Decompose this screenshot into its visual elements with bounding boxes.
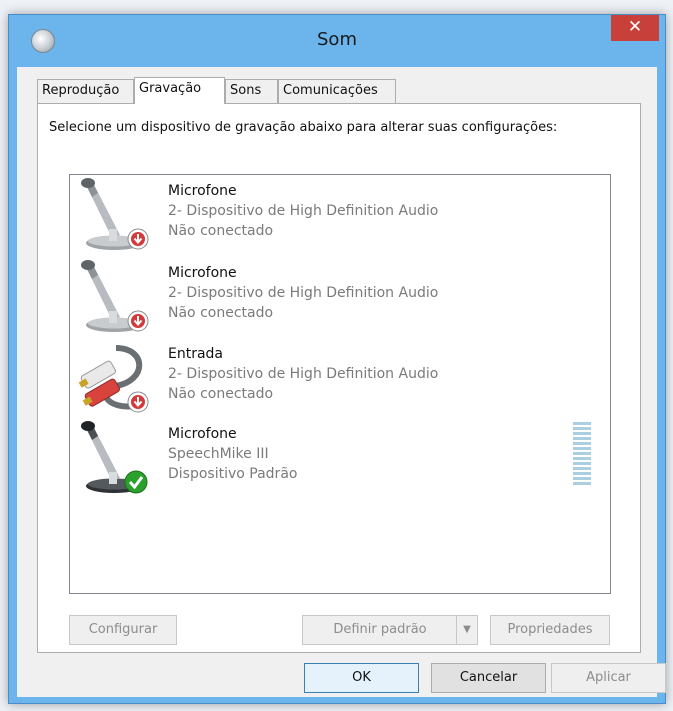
- disconnected-badge-icon: [127, 228, 149, 250]
- rca-cable-icon: [76, 340, 149, 413]
- device-name: Entrada: [168, 346, 224, 362]
- title-bar[interactable]: Som ✕: [9, 15, 665, 67]
- device-name: Microfone: [168, 183, 237, 199]
- disconnected-badge-icon: [127, 391, 149, 413]
- device-description: 2- Dispositivo de High Definition Audio: [168, 366, 439, 382]
- device-status: Dispositivo Padrão: [168, 466, 298, 482]
- device-description: 2- Dispositivo de High Definition Audio: [168, 203, 439, 219]
- close-button[interactable]: ✕: [611, 15, 659, 41]
- instruction-text: Selecione um dispositivo de gravação aba…: [49, 120, 558, 135]
- device-item[interactable]: Entrada 2- Dispositivo de High Definitio…: [70, 338, 610, 418]
- device-status: Não conectado: [168, 386, 274, 402]
- tab-reproducao[interactable]: Reprodução: [37, 79, 134, 103]
- device-name: Microfone: [168, 265, 237, 281]
- set-default-button[interactable]: Definir padrão ▼: [302, 615, 478, 645]
- chevron-down-icon[interactable]: ▼: [456, 616, 477, 644]
- window-title: Som: [317, 29, 357, 50]
- dialog-body: Reprodução Gravação Sons Comunicações Se…: [17, 67, 666, 697]
- device-name: Microfone: [168, 426, 237, 442]
- device-description: 2- Dispositivo de High Definition Audio: [168, 285, 439, 301]
- device-item[interactable]: Microfone 2- Dispositivo de High Definit…: [70, 175, 610, 255]
- properties-button[interactable]: Propriedades: [490, 615, 610, 645]
- default-check-icon: [124, 470, 148, 494]
- tab-gravacao[interactable]: Gravação: [134, 77, 225, 104]
- device-status: Não conectado: [168, 305, 274, 321]
- apply-button[interactable]: Aplicar: [551, 663, 666, 693]
- microphone-icon: [76, 420, 148, 494]
- disconnected-badge-icon: [127, 310, 149, 332]
- set-default-label: Definir padrão: [333, 622, 427, 637]
- device-description: SpeechMike III: [168, 446, 269, 462]
- device-item[interactable]: Microfone SpeechMike III Dispositivo Pad…: [70, 418, 610, 498]
- sound-dialog: Som ✕ Reprodução Gravação Sons Comunicaç…: [8, 14, 666, 704]
- ok-button[interactable]: OK: [304, 663, 419, 693]
- cancel-button[interactable]: Cancelar: [431, 663, 546, 693]
- audio-level-meter: [573, 422, 591, 486]
- device-list[interactable]: Microfone 2- Dispositivo de High Definit…: [69, 174, 611, 594]
- configure-button[interactable]: Configurar: [69, 615, 177, 645]
- microphone-icon: [76, 259, 149, 335]
- close-icon: ✕: [627, 17, 643, 37]
- device-item[interactable]: Microfone 2- Dispositivo de High Definit…: [70, 257, 610, 337]
- device-status: Não conectado: [168, 223, 274, 239]
- tab-comunicacoes[interactable]: Comunicações: [278, 79, 396, 103]
- tab-sons[interactable]: Sons: [225, 79, 278, 103]
- microphone-icon: [76, 177, 149, 253]
